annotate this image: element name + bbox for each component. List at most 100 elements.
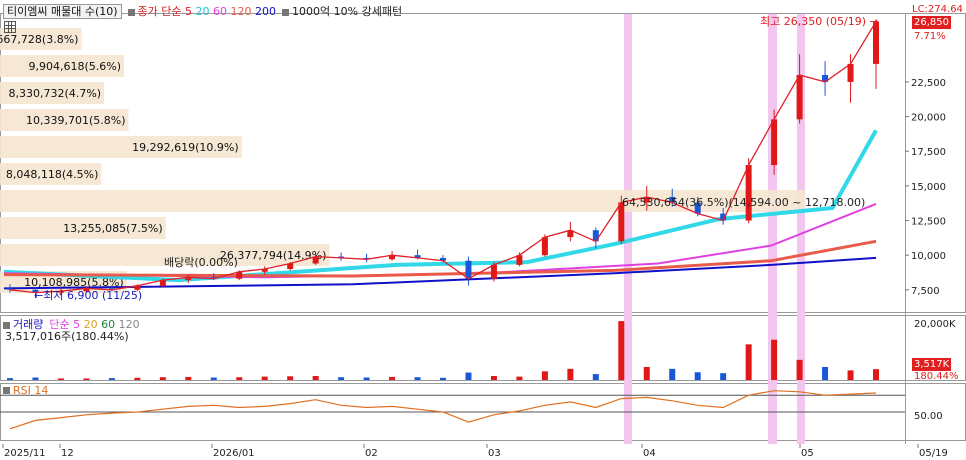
candle-body-21 (541, 237, 548, 256)
volume-profile-label-5: 8,048,118(4.5%) (6, 168, 99, 181)
y-tick-label-1: 10,000 (911, 251, 946, 262)
volume-bar-12 (312, 375, 319, 380)
volume-bar-20 (516, 376, 523, 380)
pattern-band-0 (624, 14, 632, 444)
volume-y-label: 20,000K (914, 319, 956, 330)
current-change-label: 7.71% (914, 31, 946, 42)
ma-period-20: 20 (195, 5, 210, 18)
volume-profile-range-label: 64,530,654(36.5%)(14,594.00 ~ 12,718.00) (622, 196, 866, 209)
volume-bar-33 (847, 370, 854, 380)
y-tick-label-3: 15,000 (911, 182, 946, 193)
volume-bar-28 (720, 373, 727, 380)
rsi-title: RSI 14 (13, 383, 49, 397)
volume-profile-label-1: 9,904,618(5.6%) (28, 60, 121, 73)
dividend-annotation: 배당락(0.00%) (164, 256, 238, 269)
volume-bar-34 (873, 369, 879, 380)
volume-bar-29 (745, 344, 752, 380)
arrow-left-icon: ← (34, 289, 44, 302)
volume-bar-10 (261, 376, 268, 380)
ma-period-120: 120 (230, 5, 252, 18)
rsi-panel-header: RSI 14 (3, 382, 48, 398)
pattern-label: 1000억 10% 강세패턴 (292, 5, 403, 18)
volume-bar-11 (287, 376, 294, 380)
candle-body-31 (796, 74, 803, 120)
volume-bar-9 (236, 377, 243, 380)
volume-bar-3 (83, 378, 90, 380)
x-tick-label-4: 03 (488, 448, 501, 459)
candle-body-23 (592, 230, 599, 242)
high-label: 최고 26,350 (05/19) (760, 15, 867, 28)
y-tick-label-0: 7,500 (911, 286, 940, 297)
candle-body-29 (745, 165, 752, 221)
candle-body-18 (465, 260, 472, 279)
legend-square-icon (127, 8, 135, 16)
ma-legend[interactable]: 종가 단순 5 20 60 120 200 (127, 3, 277, 19)
volume-bar-14 (363, 377, 370, 380)
volume-profile-label-3: 10,339,701(5.8%) (26, 114, 126, 127)
legend-square-icon (3, 387, 10, 394)
volume-bar-2 (57, 378, 64, 380)
y-tick-label-4: 17,500 (911, 147, 946, 158)
table-grid-icon[interactable] (4, 21, 16, 33)
x-tick-label-1: 12 (61, 448, 74, 459)
lc-label: LC:274.64 (912, 4, 963, 15)
ma-period-5: 5 (185, 5, 193, 18)
rsi-y-label: 50.00 (914, 411, 943, 422)
price-panel-frame (0, 13, 966, 313)
low-annotation: ←최저 6,900 (11/25) (34, 289, 142, 302)
volume-bar-26 (669, 368, 676, 380)
x-tick-label-2: 2026/01 (213, 448, 255, 459)
volume-bar-7 (185, 376, 192, 380)
volume-bar-15 (389, 376, 396, 380)
volume-bar-16 (414, 377, 421, 380)
volume-bar-13 (338, 377, 345, 380)
current-price-tag: 26,850 (912, 16, 951, 29)
volume-bar-32 (822, 366, 829, 380)
volume-profile-label-0: 6,667,728(3.8%) (0, 33, 78, 46)
price-panel-header: 티이엠씨 매물대 수(10) 종가 단순 5 20 60 120 200 100… (3, 3, 402, 19)
volume-bar-1 (32, 377, 39, 380)
legend-square-icon (282, 8, 290, 16)
volume-bar-17 (440, 377, 446, 380)
volume-bar-0 (7, 378, 13, 380)
arrow-right-icon: → (869, 15, 879, 28)
y-tick-label-5: 20,000 (911, 113, 946, 124)
volume-bar-22 (567, 368, 574, 380)
volume-bar-21 (541, 371, 548, 380)
ma-period-60: 60 (213, 5, 228, 18)
volume-bar-18 (465, 372, 472, 380)
high-annotation: 최고 26,350 (05/19) → (760, 15, 879, 28)
volume-bar-8 (210, 377, 217, 380)
volume-bar-4 (108, 378, 115, 380)
candle-body-30 (771, 119, 778, 166)
rsi-line (9, 390, 877, 430)
candle-body-19 (490, 264, 497, 279)
low-label: 최저 6,900 (11/25) (43, 289, 143, 302)
x-tick-label-0: 2025/11 (4, 448, 46, 459)
y-tick-label-2: 12,500 (911, 217, 946, 228)
rsi-legend[interactable]: RSI 14 (3, 384, 48, 397)
ma-period-200: 200 (255, 5, 277, 18)
legend-square-icon (3, 321, 10, 329)
volume-profile-label-4: 19,292,619(10.9%) (132, 141, 239, 154)
stock-title-box[interactable]: 티이엠씨 매물대 수(10) (3, 3, 122, 19)
volume-bar-6 (159, 377, 166, 380)
x-tick-label-6: 05 (801, 448, 814, 459)
candle-body-33 (847, 63, 854, 82)
x-tick-label-3: 02 (365, 448, 378, 459)
y-tick-label-6: 22,500 (911, 78, 946, 89)
volume-profile-label-7: 13,255,085(7.5%) (63, 222, 163, 235)
volume-value-text: 3,517,016주(180.44%) (5, 330, 129, 343)
ma-label: 종가 단순 (137, 5, 182, 18)
volume-bar-31 (796, 359, 803, 380)
volume-bar-24 (618, 321, 625, 380)
volume-bar-5 (134, 377, 141, 380)
volume-profile-label-2: 8,330,732(4.7%) (9, 87, 102, 100)
volume-bar-30 (771, 339, 778, 380)
volume-bar-27 (694, 372, 701, 380)
volume-bar-25 (643, 366, 650, 380)
pattern-legend[interactable]: 1000억 10% 강세패턴 (282, 3, 402, 19)
stock-chart[interactable]: 6,667,728(3.8%) 9,904,618(5.6%) 8,330,732(… (0, 0, 966, 460)
volume-bar-19 (490, 375, 497, 380)
volume-panel-frame (0, 315, 966, 381)
